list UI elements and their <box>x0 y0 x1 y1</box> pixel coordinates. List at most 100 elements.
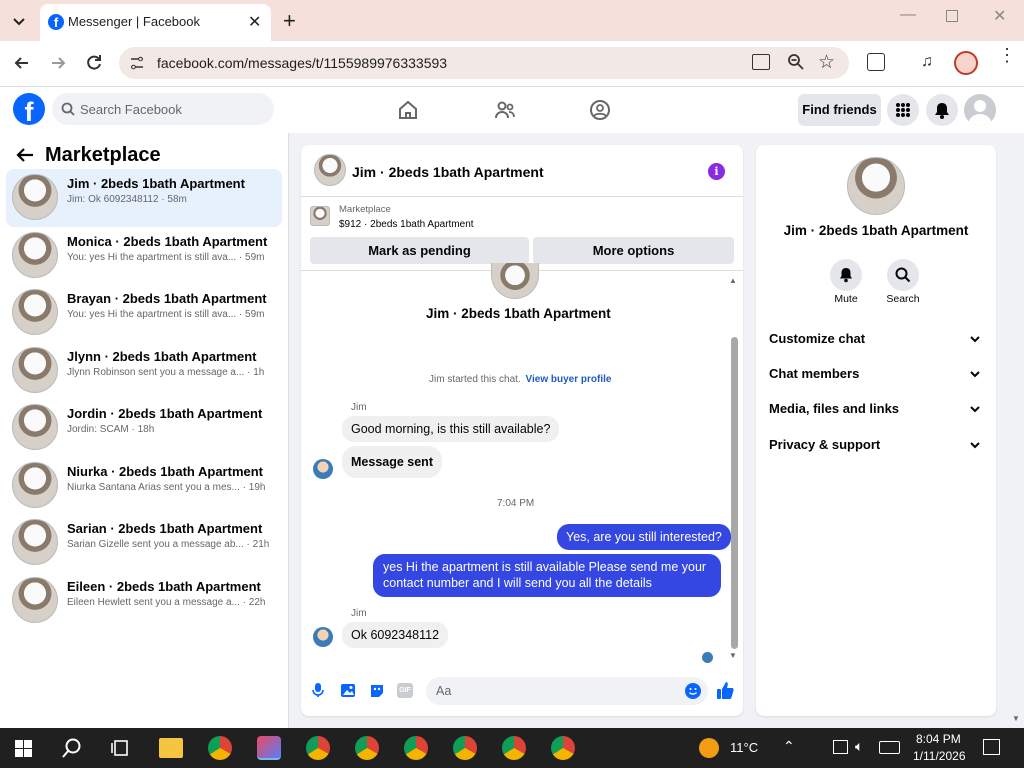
network-icon[interactable] <box>833 740 848 754</box>
sticker-button[interactable] <box>369 683 385 701</box>
notification-center-icon[interactable] <box>983 739 1000 755</box>
conversation-item[interactable]: Jordin · 2beds 1bath Apartment Jordin: S… <box>6 399 282 457</box>
search-in-chat-button[interactable] <box>887 259 919 291</box>
notifications-button[interactable] <box>926 94 958 126</box>
new-tab-button[interactable]: + <box>283 8 296 34</box>
section-customize-chat[interactable]: Customize chat <box>769 331 985 353</box>
tab-messenger[interactable]: f Messenger | Facebook ✕ <box>40 4 271 41</box>
conversation-info-button[interactable]: i <box>708 163 725 180</box>
install-app-icon[interactable] <box>752 54 770 70</box>
restore-button[interactable] <box>946 10 958 22</box>
conversation-name: Monica · 2beds 1bath Apartment <box>67 234 268 249</box>
back-to-chats-button[interactable] <box>15 146 35 167</box>
chat-header-avatar[interactable] <box>314 154 346 186</box>
conversation-item[interactable]: Niurka · 2beds 1bath Apartment Niurka Sa… <box>6 457 282 515</box>
message-bubble[interactable]: Ok 6092348112 <box>342 622 449 648</box>
view-buyer-profile-link[interactable]: View buyer profile <box>525 374 611 385</box>
tab-close-icon[interactable]: ✕ <box>248 12 261 32</box>
start-button[interactable] <box>15 740 32 760</box>
weather-icon[interactable] <box>699 738 719 758</box>
back-button[interactable] <box>12 53 32 76</box>
account-avatar[interactable] <box>964 94 996 126</box>
weather-temp[interactable]: 11°C <box>730 740 758 755</box>
chevron-up-icon[interactable]: ⌃ <box>783 738 795 755</box>
chat-header-title[interactable]: Jim · 2beds 1bath Apartment <box>352 164 544 180</box>
emoji-button[interactable] <box>685 683 701 699</box>
volume-icon[interactable]: 🔈︎ <box>855 738 863 755</box>
facebook-search-input[interactable]: Search Facebook <box>52 93 274 125</box>
omnibox[interactable]: facebook.com/messages/t/1155989976333593… <box>119 47 849 79</box>
section-chat-members[interactable]: Chat members <box>769 366 985 388</box>
profile-icon[interactable] <box>954 51 978 75</box>
extensions-icon[interactable] <box>867 53 885 71</box>
listing-detail[interactable]: $912 · 2beds 1bath Apartment <box>339 219 474 230</box>
close-window-button[interactable]: ✕ <box>993 6 1006 26</box>
more-options-button[interactable]: More options <box>533 237 734 264</box>
media-control-icon[interactable]: ♫ <box>921 53 933 71</box>
chrome-taskbar-icon[interactable] <box>551 736 575 760</box>
find-friends-button[interactable]: Find friends <box>798 94 881 126</box>
section-privacy-support[interactable]: Privacy & support <box>769 437 985 459</box>
task-view-button[interactable] <box>110 738 130 761</box>
message-bubble[interactable]: Good morning, is this still available? <box>342 416 560 442</box>
page-scroll-down-arrow[interactable]: ▼ <box>1012 714 1020 723</box>
chrome-taskbar-icon[interactable] <box>355 736 379 760</box>
site-info-icon[interactable] <box>129 55 145 74</box>
message-composer-input[interactable]: Aa <box>426 677 708 705</box>
chrome-taskbar-icon[interactable] <box>453 736 477 760</box>
conversation-item[interactable]: Monica · 2beds 1bath Apartment You: yes … <box>6 227 282 285</box>
conversation-item[interactable]: Jlynn · 2beds 1bath Apartment Jlynn Robi… <box>6 342 282 400</box>
section-media-files-links[interactable]: Media, files and links <box>769 401 985 423</box>
message-line: yes Hi the apartment is still available … <box>383 560 707 574</box>
menu-grid-button[interactable] <box>887 94 919 126</box>
friends-icon <box>495 101 515 119</box>
chrome-taskbar-icon[interactable] <box>208 736 232 760</box>
facebook-logo-icon[interactable]: f <box>13 93 45 125</box>
mute-button[interactable] <box>830 259 862 291</box>
mark-as-pending-button[interactable]: Mark as pending <box>310 237 529 264</box>
snipping-tool-icon[interactable] <box>257 736 281 760</box>
home-nav-button[interactable] <box>397 99 419 124</box>
zoom-icon[interactable] <box>787 53 805 74</box>
gif-button[interactable]: GIF <box>397 683 413 698</box>
groups-nav-button[interactable] <box>589 99 611 124</box>
conversation-name: Jordin · 2beds 1bath Apartment <box>67 406 263 421</box>
clock-date[interactable]: 1/11/2026 <box>913 749 966 763</box>
conversation-item[interactable]: Sarian · 2beds 1bath Apartment Sarian Gi… <box>6 514 282 572</box>
voice-clip-button[interactable] <box>311 682 325 701</box>
conversation-item[interactable]: Brayan · 2beds 1bath Apartment You: yes … <box>6 284 282 342</box>
scroll-up-arrow[interactable]: ▲ <box>729 276 737 285</box>
conversation-item[interactable]: Eileen · 2beds 1bath Apartment Eileen He… <box>6 572 282 630</box>
sender-name: Jim <box>351 402 367 413</box>
my-message-bubble[interactable]: yes Hi the apartment is still available … <box>373 554 721 597</box>
bookmark-star-icon[interactable]: ☆ <box>818 51 835 74</box>
listing-thumbnail[interactable] <box>310 206 330 226</box>
my-message-bubble[interactable]: Yes, are you still interested? <box>557 524 731 550</box>
taskbar-search-button[interactable] <box>61 737 83 762</box>
section-label: Chat members <box>769 366 860 381</box>
browser-menu-icon[interactable]: ⋮ <box>998 46 1016 64</box>
file-explorer-icon[interactable] <box>159 738 183 758</box>
conversation-preview: Sarian Gizelle sent you a message ab... … <box>67 539 270 550</box>
keyboard-icon[interactable] <box>879 741 900 754</box>
chat-header: Jim · 2beds 1bath Apartment i <box>301 145 743 197</box>
messages-scrollbar-thumb[interactable] <box>731 337 738 649</box>
details-avatar[interactable] <box>847 157 905 215</box>
chrome-taskbar-icon[interactable] <box>306 736 330 760</box>
attach-photo-button[interactable] <box>340 683 356 701</box>
conversation-item[interactable]: Jim · 2beds 1bath Apartment Jim: Ok 6092… <box>6 169 282 227</box>
chrome-taskbar-icon[interactable] <box>404 736 428 760</box>
reload-button[interactable] <box>84 53 104 76</box>
scroll-down-arrow[interactable]: ▼ <box>729 651 737 660</box>
like-button[interactable] <box>716 681 735 703</box>
conversation-preview: Jlynn Robinson sent you a message a... ·… <box>67 367 265 378</box>
listing-thumbnail <box>12 232 58 278</box>
chrome-taskbar-icon[interactable] <box>502 736 526 760</box>
minimize-button[interactable]: — <box>900 6 916 24</box>
friends-nav-button[interactable] <box>494 99 516 124</box>
forward-button[interactable] <box>48 53 68 76</box>
tab-search-button[interactable] <box>8 10 30 32</box>
arrow-right-icon <box>52 57 66 69</box>
clock-time[interactable]: 8:04 PM <box>916 732 961 746</box>
message-bubble[interactable]: Message sent <box>342 446 442 478</box>
